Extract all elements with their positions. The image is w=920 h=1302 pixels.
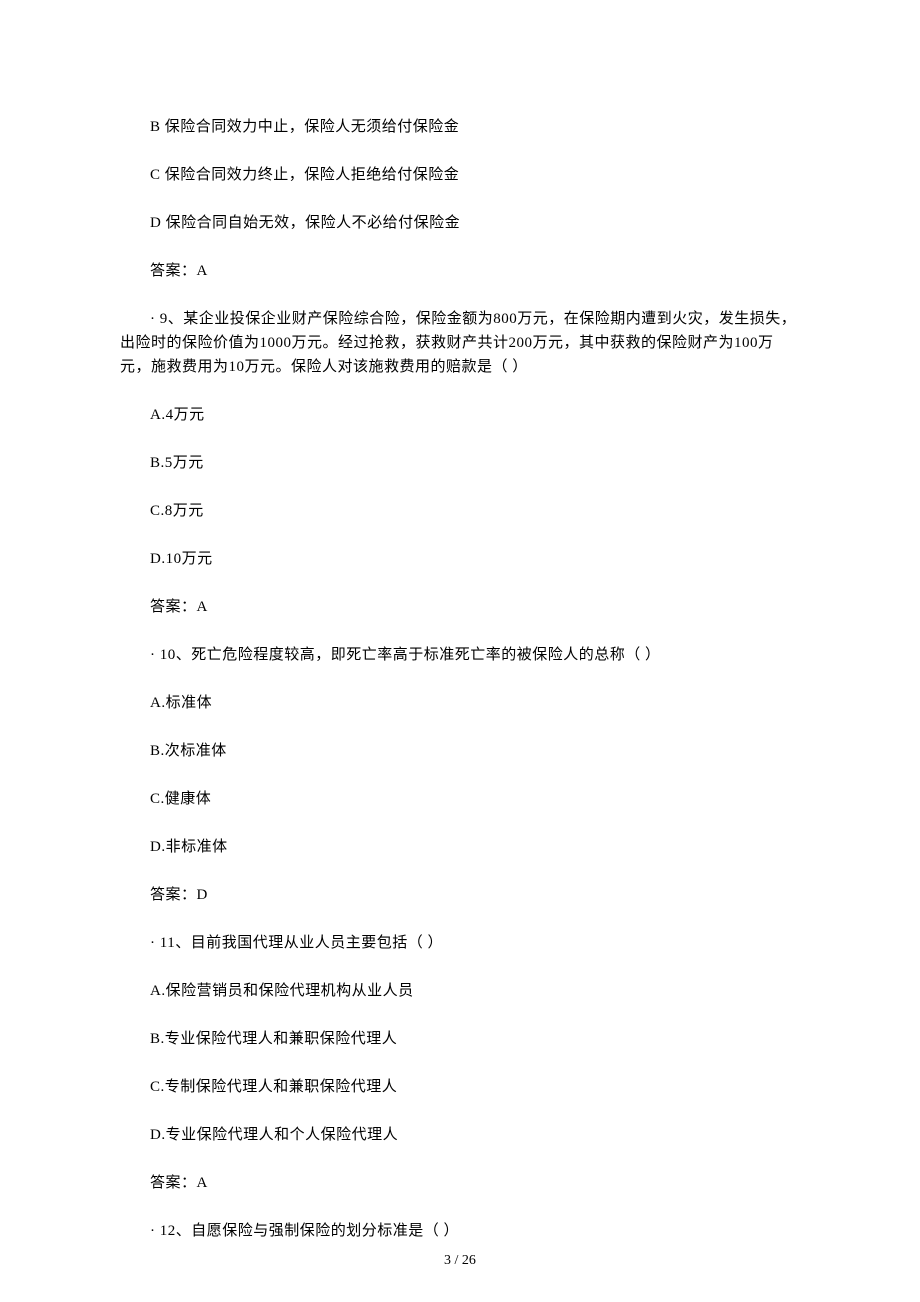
q8-option-b: B 保险合同效力中止，保险人无须给付保险金 — [120, 115, 800, 139]
q8-answer: 答案：A — [120, 259, 800, 283]
q9-option-c: C.8万元 — [120, 499, 800, 523]
q10-option-c: C.健康体 — [120, 787, 800, 811]
q11-answer: 答案：A — [120, 1171, 800, 1195]
q11-option-b: B.专业保险代理人和兼职保险代理人 — [120, 1027, 800, 1051]
q9-answer: 答案：A — [120, 595, 800, 619]
q8-option-c: C 保险合同效力终止，保险人拒绝给付保险金 — [120, 163, 800, 187]
q9-stem: · 9、某企业投保企业财产保险综合险，保险金额为800万元，在保险期内遭到火灾，… — [120, 307, 800, 379]
page-footer: 3 / 26 — [0, 1250, 920, 1272]
q10-option-d: D.非标准体 — [120, 835, 800, 859]
q9-option-a: A.4万元 — [120, 403, 800, 427]
q10-option-b: B.次标准体 — [120, 739, 800, 763]
q11-option-c: C.专制保险代理人和兼职保险代理人 — [120, 1075, 800, 1099]
q10-stem: · 10、死亡危险程度较高，即死亡率高于标准死亡率的被保险人的总称（ ） — [120, 643, 800, 667]
q11-stem: · 11、目前我国代理从业人员主要包括（ ） — [120, 931, 800, 955]
q10-answer: 答案：D — [120, 883, 800, 907]
q10-option-a: A.标准体 — [120, 691, 800, 715]
q12-stem: · 12、自愿保险与强制保险的划分标准是（ ） — [120, 1219, 800, 1243]
page-content: B 保险合同效力中止，保险人无须给付保险金 C 保险合同效力终止，保险人拒绝给付… — [0, 0, 920, 1302]
q11-option-d: D.专业保险代理人和个人保险代理人 — [120, 1123, 800, 1147]
q9-option-b: B.5万元 — [120, 451, 800, 475]
q8-option-d: D 保险合同自始无效，保险人不必给付保险金 — [120, 211, 800, 235]
q11-option-a: A.保险营销员和保险代理机构从业人员 — [120, 979, 800, 1003]
q9-option-d: D.10万元 — [120, 547, 800, 571]
